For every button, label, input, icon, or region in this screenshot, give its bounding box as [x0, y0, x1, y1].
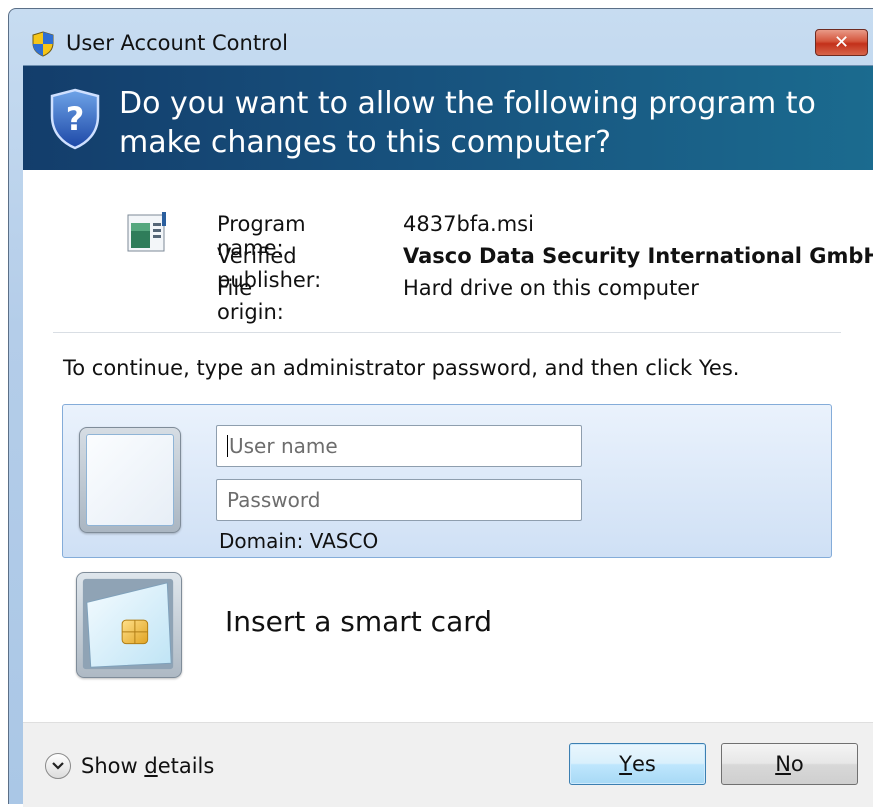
smart-card-tile[interactable]	[76, 572, 182, 678]
password-input[interactable]: Password	[216, 479, 582, 521]
yes-rest: es	[631, 752, 656, 776]
username-input[interactable]: User name	[216, 425, 582, 467]
header-band: ? Do you want to allow the following pro…	[23, 66, 873, 170]
show-details-label: Show details	[81, 754, 214, 778]
question-shield-icon: ?	[50, 88, 100, 150]
show-details-toggle[interactable]: Show details	[45, 753, 214, 779]
show-details-accel: d	[144, 754, 158, 778]
program-name-value: 4837bfa.msi	[403, 212, 534, 236]
yes-button[interactable]: Yes	[569, 743, 706, 785]
chevron-down-icon	[45, 753, 71, 779]
uac-question: Do you want to allow the following progr…	[119, 86, 816, 160]
file-origin-value: Hard drive on this computer	[403, 276, 699, 300]
text-caret	[227, 435, 228, 457]
show-details-suffix: etails	[157, 754, 215, 778]
publisher-value: Vasco Data Security International GmbH	[403, 244, 873, 268]
username-placeholder: User name	[229, 434, 338, 458]
no-accel: N	[775, 752, 791, 776]
divider	[53, 332, 841, 333]
show-details-prefix: Show	[81, 754, 145, 778]
password-placeholder: Password	[227, 488, 321, 512]
file-origin-label: File origin:	[217, 276, 284, 324]
user-tile-frame	[86, 434, 174, 526]
title-bar: User Account Control ✕	[9, 9, 873, 63]
yes-accel: Y	[619, 752, 632, 776]
instruction-text: To continue, type an administrator passw…	[63, 356, 740, 380]
uac-dialog: User Account Control ✕ ? Do you want to …	[8, 8, 873, 807]
close-icon: ✕	[833, 32, 850, 53]
domain-label: Domain: VASCO	[219, 529, 379, 553]
smart-card-icon	[82, 578, 174, 670]
svg-text:?: ?	[66, 100, 85, 138]
uac-shield-icon	[32, 31, 54, 57]
dialog-footer: Show details Yes No	[23, 722, 873, 807]
program-icon	[127, 212, 166, 252]
window-title: User Account Control	[66, 31, 288, 55]
dialog-body: ? Do you want to allow the following pro…	[23, 65, 873, 807]
no-rest: o	[790, 752, 804, 776]
smart-card-label: Insert a smart card	[225, 605, 493, 638]
no-button[interactable]: No	[721, 743, 858, 785]
credential-tile-selected[interactable]: User name Password Domain: VASCO	[62, 404, 832, 558]
close-button[interactable]: ✕	[815, 29, 868, 56]
user-tile-icon	[79, 427, 181, 533]
